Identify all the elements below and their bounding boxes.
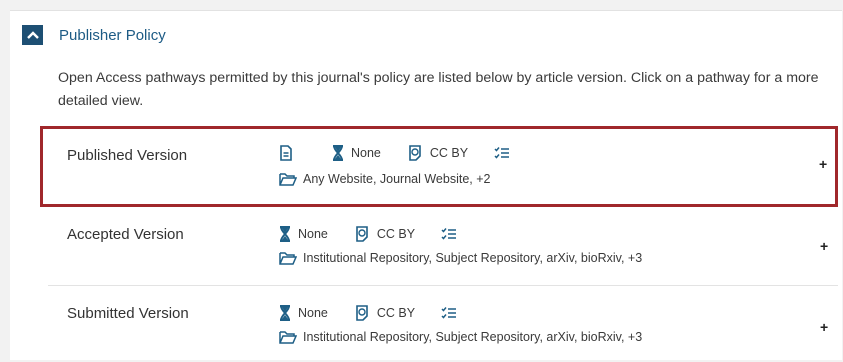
- hourglass-icon: [280, 305, 290, 321]
- folder-icon: [279, 331, 297, 344]
- conditions-chip: [441, 227, 464, 241]
- cc-license-icon: [356, 305, 368, 321]
- collapse-button[interactable]: [22, 25, 43, 45]
- pathway-locations-row: Any Website, Journal Website, +2: [279, 172, 490, 186]
- expand-button[interactable]: +: [819, 156, 827, 172]
- cc-license-icon: [409, 145, 421, 161]
- publisher-policy-card: Publisher Policy Open Access pathways pe…: [10, 10, 842, 360]
- version-label: Submitted Version: [67, 305, 189, 322]
- embargo-chip: None: [332, 145, 381, 161]
- pathway-summary-row: None CC BY: [279, 145, 543, 161]
- license-chip: CC BY: [354, 305, 415, 321]
- locations-text: Institutional Repository, Subject Reposi…: [303, 251, 643, 265]
- chevron-up-icon: [26, 31, 39, 39]
- pathway-summary-row: None CC BY: [279, 226, 490, 242]
- hourglass-icon: [280, 226, 290, 242]
- embargo-value: None: [351, 146, 381, 160]
- pathway-locations-row: Institutional Repository, Subject Reposi…: [279, 330, 642, 344]
- embargo-value: None: [298, 227, 328, 241]
- license-chip: CC BY: [407, 145, 468, 161]
- version-label: Published Version: [67, 147, 188, 164]
- document-icon: [280, 145, 292, 161]
- license-value: CC BY: [429, 146, 469, 160]
- folder-icon: [279, 252, 297, 265]
- document-chip: [279, 145, 300, 161]
- checklist-icon: [494, 147, 510, 159]
- embargo-chip: None: [279, 305, 328, 321]
- pathway-locations-row: Institutional Repository, Subject Reposi…: [279, 251, 642, 265]
- license-chip: CC BY: [354, 226, 415, 242]
- license-value: CC BY: [376, 306, 416, 320]
- conditions-chip: [441, 306, 464, 320]
- checklist-icon: [441, 228, 457, 240]
- pathway-summary-row: None CC BY: [279, 305, 490, 321]
- version-label: Accepted Version: [67, 226, 184, 243]
- policy-title: Publisher Policy: [59, 26, 166, 44]
- policy-intro: Open Access pathways permitted by this j…: [58, 70, 819, 109]
- pathway-accepted-version[interactable]: Accepted Version None CC BY Institutiona…: [48, 208, 838, 286]
- conditions-chip: [494, 146, 517, 160]
- embargo-chip: None: [279, 226, 328, 242]
- embargo-value: None: [298, 306, 328, 320]
- pathway-published-version[interactable]: Published Version None CC BY Any Website…: [40, 126, 838, 207]
- cc-license-icon: [356, 226, 368, 242]
- checklist-icon: [441, 307, 457, 319]
- pathway-submitted-version[interactable]: Submitted Version None CC BY Institution…: [48, 287, 838, 361]
- hourglass-icon: [333, 145, 343, 161]
- policy-header: Publisher Policy: [22, 23, 166, 47]
- license-value: CC BY: [376, 227, 416, 241]
- locations-text: Any Website, Journal Website, +2: [303, 172, 491, 186]
- locations-text: Institutional Repository, Subject Reposi…: [303, 330, 643, 344]
- folder-icon: [279, 173, 297, 186]
- expand-button[interactable]: +: [820, 319, 828, 335]
- expand-button[interactable]: +: [820, 238, 828, 254]
